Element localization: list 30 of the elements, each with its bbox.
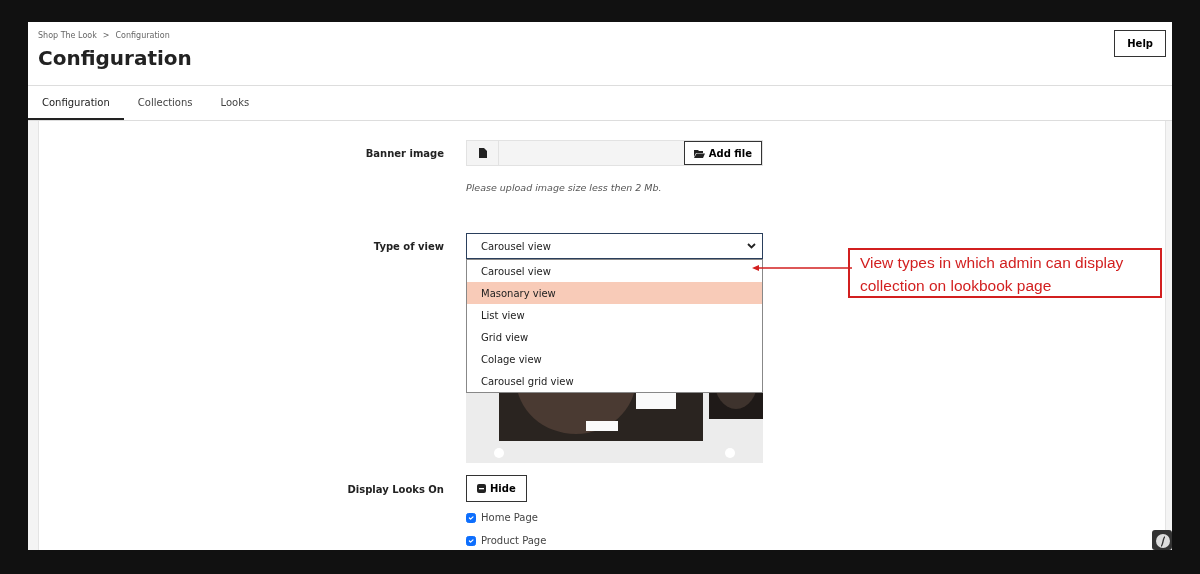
help-button[interactable]: Help bbox=[1114, 30, 1166, 57]
breadcrumb-separator: > bbox=[102, 30, 110, 42]
dropdown-option[interactable]: Grid view bbox=[467, 326, 762, 349]
annotation-callout: View types in which admin can display collection on lookbook page bbox=[848, 248, 1162, 298]
view-type-select[interactable]: Carousel view bbox=[466, 233, 763, 260]
minus-icon bbox=[477, 484, 486, 494]
file-icon bbox=[478, 148, 487, 158]
breadcrumb-link[interactable]: Shop The Look bbox=[38, 30, 97, 42]
checkbox-label: Home Page bbox=[481, 511, 538, 526]
tab[interactable]: Collections bbox=[123, 86, 207, 120]
hide-button[interactable]: Hide bbox=[466, 475, 527, 503]
hint-text: Please upload image size less then 2 Mb. bbox=[466, 181, 663, 195]
dropdown-option[interactable]: Masonary view bbox=[467, 282, 762, 305]
checkbox[interactable] bbox=[466, 512, 476, 523]
file-input[interactable]: Add file bbox=[466, 140, 763, 166]
page-title: Configuration bbox=[38, 46, 192, 70]
dropdown-option[interactable]: List view bbox=[467, 304, 762, 327]
checkbox[interactable] bbox=[466, 535, 476, 546]
tab[interactable]: Looks bbox=[206, 86, 264, 120]
breadcrumb-current: Configuration bbox=[115, 30, 170, 42]
dropdown-option[interactable]: Carousel grid view bbox=[467, 370, 762, 393]
dropdown-option[interactable]: Colage view bbox=[467, 348, 762, 371]
chevron-icon bbox=[747, 243, 756, 250]
add-file-button[interactable]: Add file bbox=[683, 141, 762, 165]
field-label: Banner image bbox=[364, 147, 444, 161]
checkbox-label: Product Page bbox=[481, 534, 547, 549]
field-label: Type of view bbox=[372, 240, 444, 255]
dropdown-option[interactable]: Carousel view bbox=[467, 260, 762, 283]
field-label: Display Looks On bbox=[346, 483, 444, 498]
folder-icon bbox=[693, 148, 705, 158]
